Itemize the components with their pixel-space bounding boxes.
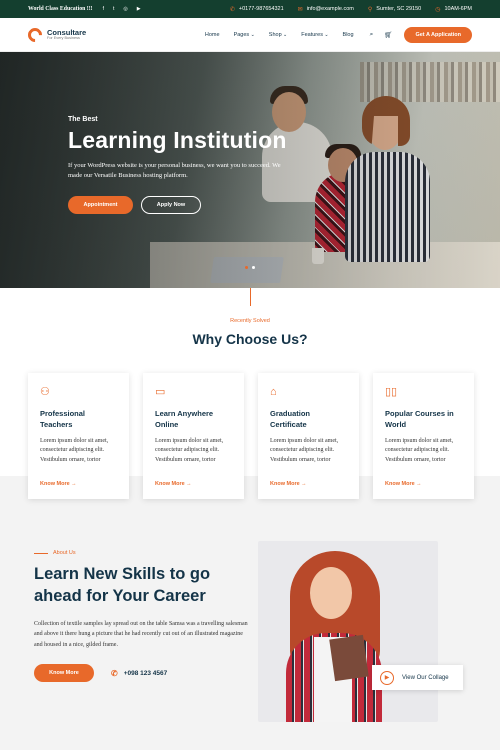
phone-number: +098 123 4567	[123, 669, 168, 677]
contact-phone[interactable]: ✆ +098 123 4567	[111, 669, 167, 678]
slider-dots	[245, 266, 255, 269]
get-application-button[interactable]: Get A Application	[404, 26, 472, 43]
site-logo[interactable]: Consultare For Every Business	[25, 24, 87, 45]
topbar-hours: 10AM-6PM	[444, 6, 472, 12]
apply-now-button[interactable]: Apply Now	[141, 196, 201, 215]
topbar-brand: World Class Education !!!	[28, 6, 93, 12]
about-title: Learn New Skills to go ahead for Your Ca…	[34, 565, 211, 606]
know-more-link[interactable]: Know More →	[40, 481, 77, 487]
nav-item-shop[interactable]: Shop	[269, 32, 287, 38]
slider-dot-active[interactable]	[252, 266, 255, 269]
graduation-cap-icon: ⌂	[270, 386, 277, 398]
hero-description: If your WordPress website is your person…	[68, 162, 281, 180]
nav-item-pages[interactable]: Pages	[234, 32, 255, 38]
about-section: About Us Learn New Skills to go ahead fo…	[34, 550, 249, 683]
nav-menu: Home Pages Shop Features Blog	[205, 32, 354, 38]
know-more-link[interactable]: Know More →	[385, 481, 422, 487]
phone-icon: ✆	[111, 668, 118, 678]
view-collage-label: View Our Collage	[402, 674, 449, 681]
card-title: Graduation Certificate	[270, 409, 311, 429]
feature-cards: ⚇ Professional Teachers Lorem ipsum dolo…	[28, 373, 474, 499]
main-navbar: Consultare For Every Business Home Pages…	[0, 18, 500, 52]
card-text: Lorem ipsum dolor sit amet, consectetur …	[385, 437, 454, 463]
feature-card: ▭ Learn Anywhere Online Lorem ipsum dolo…	[143, 373, 244, 499]
woman-book	[329, 634, 369, 682]
hero-eyebrow: The Best	[68, 116, 98, 123]
feature-card: ▯▯ Popular Courses in World Lorem ipsum …	[373, 373, 474, 499]
twitter-icon[interactable]: t	[113, 6, 114, 12]
mail-icon: ✉	[297, 6, 303, 13]
location-icon: ⚲	[367, 6, 373, 13]
view-collage-button[interactable]: ▶ View Our Collage	[372, 665, 463, 690]
know-more-button[interactable]: Know More	[34, 664, 94, 683]
feature-card: ⚇ Professional Teachers Lorem ipsum dolo…	[28, 373, 129, 499]
clock-icon: ◷	[435, 6, 441, 13]
phone-icon: ✆	[229, 6, 235, 13]
card-text: Lorem ipsum dolor sit amet, consectetur …	[155, 437, 224, 463]
topbar-location: Sumter, SC 29150	[376, 6, 422, 12]
logo-tagline: For Every Business	[47, 36, 80, 41]
appointment-button[interactable]: Appointment	[68, 196, 133, 215]
logo-name: Consultare	[47, 27, 87, 37]
feature-card: ⌂ Graduation Certificate Lorem ipsum dol…	[258, 373, 359, 499]
topbar-email[interactable]: info@example.com	[307, 6, 354, 12]
nav-item-home[interactable]: Home	[205, 32, 220, 38]
hero-content: The Best Learning Institution If your Wo…	[68, 116, 288, 215]
topbar-phone[interactable]: +0177-987654321	[239, 6, 284, 12]
know-more-link[interactable]: Know More →	[270, 481, 307, 487]
top-bar: World Class Education !!! f t ◎ ▶ ✆ +0177…	[0, 0, 500, 18]
logo-mark-icon	[25, 24, 45, 45]
card-title: Professional Teachers	[40, 409, 86, 429]
about-text: Collection of textile samples lay spread…	[34, 620, 248, 648]
why-eyebrow: Recently Solved	[230, 318, 270, 324]
teacher-icon: ⚇	[40, 386, 50, 398]
slider-dot[interactable]	[245, 266, 248, 269]
why-title: Why Choose Us?	[192, 331, 308, 347]
card-title: Popular Courses in World	[385, 409, 454, 429]
book-icon: ▯▯	[385, 386, 398, 398]
play-icon: ▶	[380, 670, 394, 685]
woman-face	[310, 567, 352, 619]
youtube-icon[interactable]: ▶	[137, 6, 141, 12]
instagram-icon[interactable]: ◎	[123, 6, 127, 12]
nav-item-blog[interactable]: Blog	[343, 32, 354, 38]
online-icon: ▭	[155, 386, 166, 398]
about-photo	[258, 541, 438, 722]
hero-title: Learning Institution	[68, 127, 287, 153]
hero-banner: The Best Learning Institution If your Wo…	[0, 52, 500, 288]
facebook-icon[interactable]: f	[103, 6, 104, 12]
card-title: Learn Anywhere Online	[155, 409, 214, 429]
section-divider-line	[250, 288, 251, 306]
nav-item-features[interactable]: Features	[301, 32, 328, 38]
know-more-link[interactable]: Know More →	[155, 481, 192, 487]
cart-icon[interactable]: 🛒︎	[384, 31, 392, 39]
about-eyebrow: About Us	[34, 550, 249, 556]
search-icon[interactable]: ⌕	[370, 31, 374, 39]
card-text: Lorem ipsum dolor sit amet, consectetur …	[40, 437, 109, 463]
card-text: Lorem ipsum dolor sit amet, consectetur …	[270, 437, 339, 463]
social-links: f t ◎ ▶	[103, 6, 141, 12]
